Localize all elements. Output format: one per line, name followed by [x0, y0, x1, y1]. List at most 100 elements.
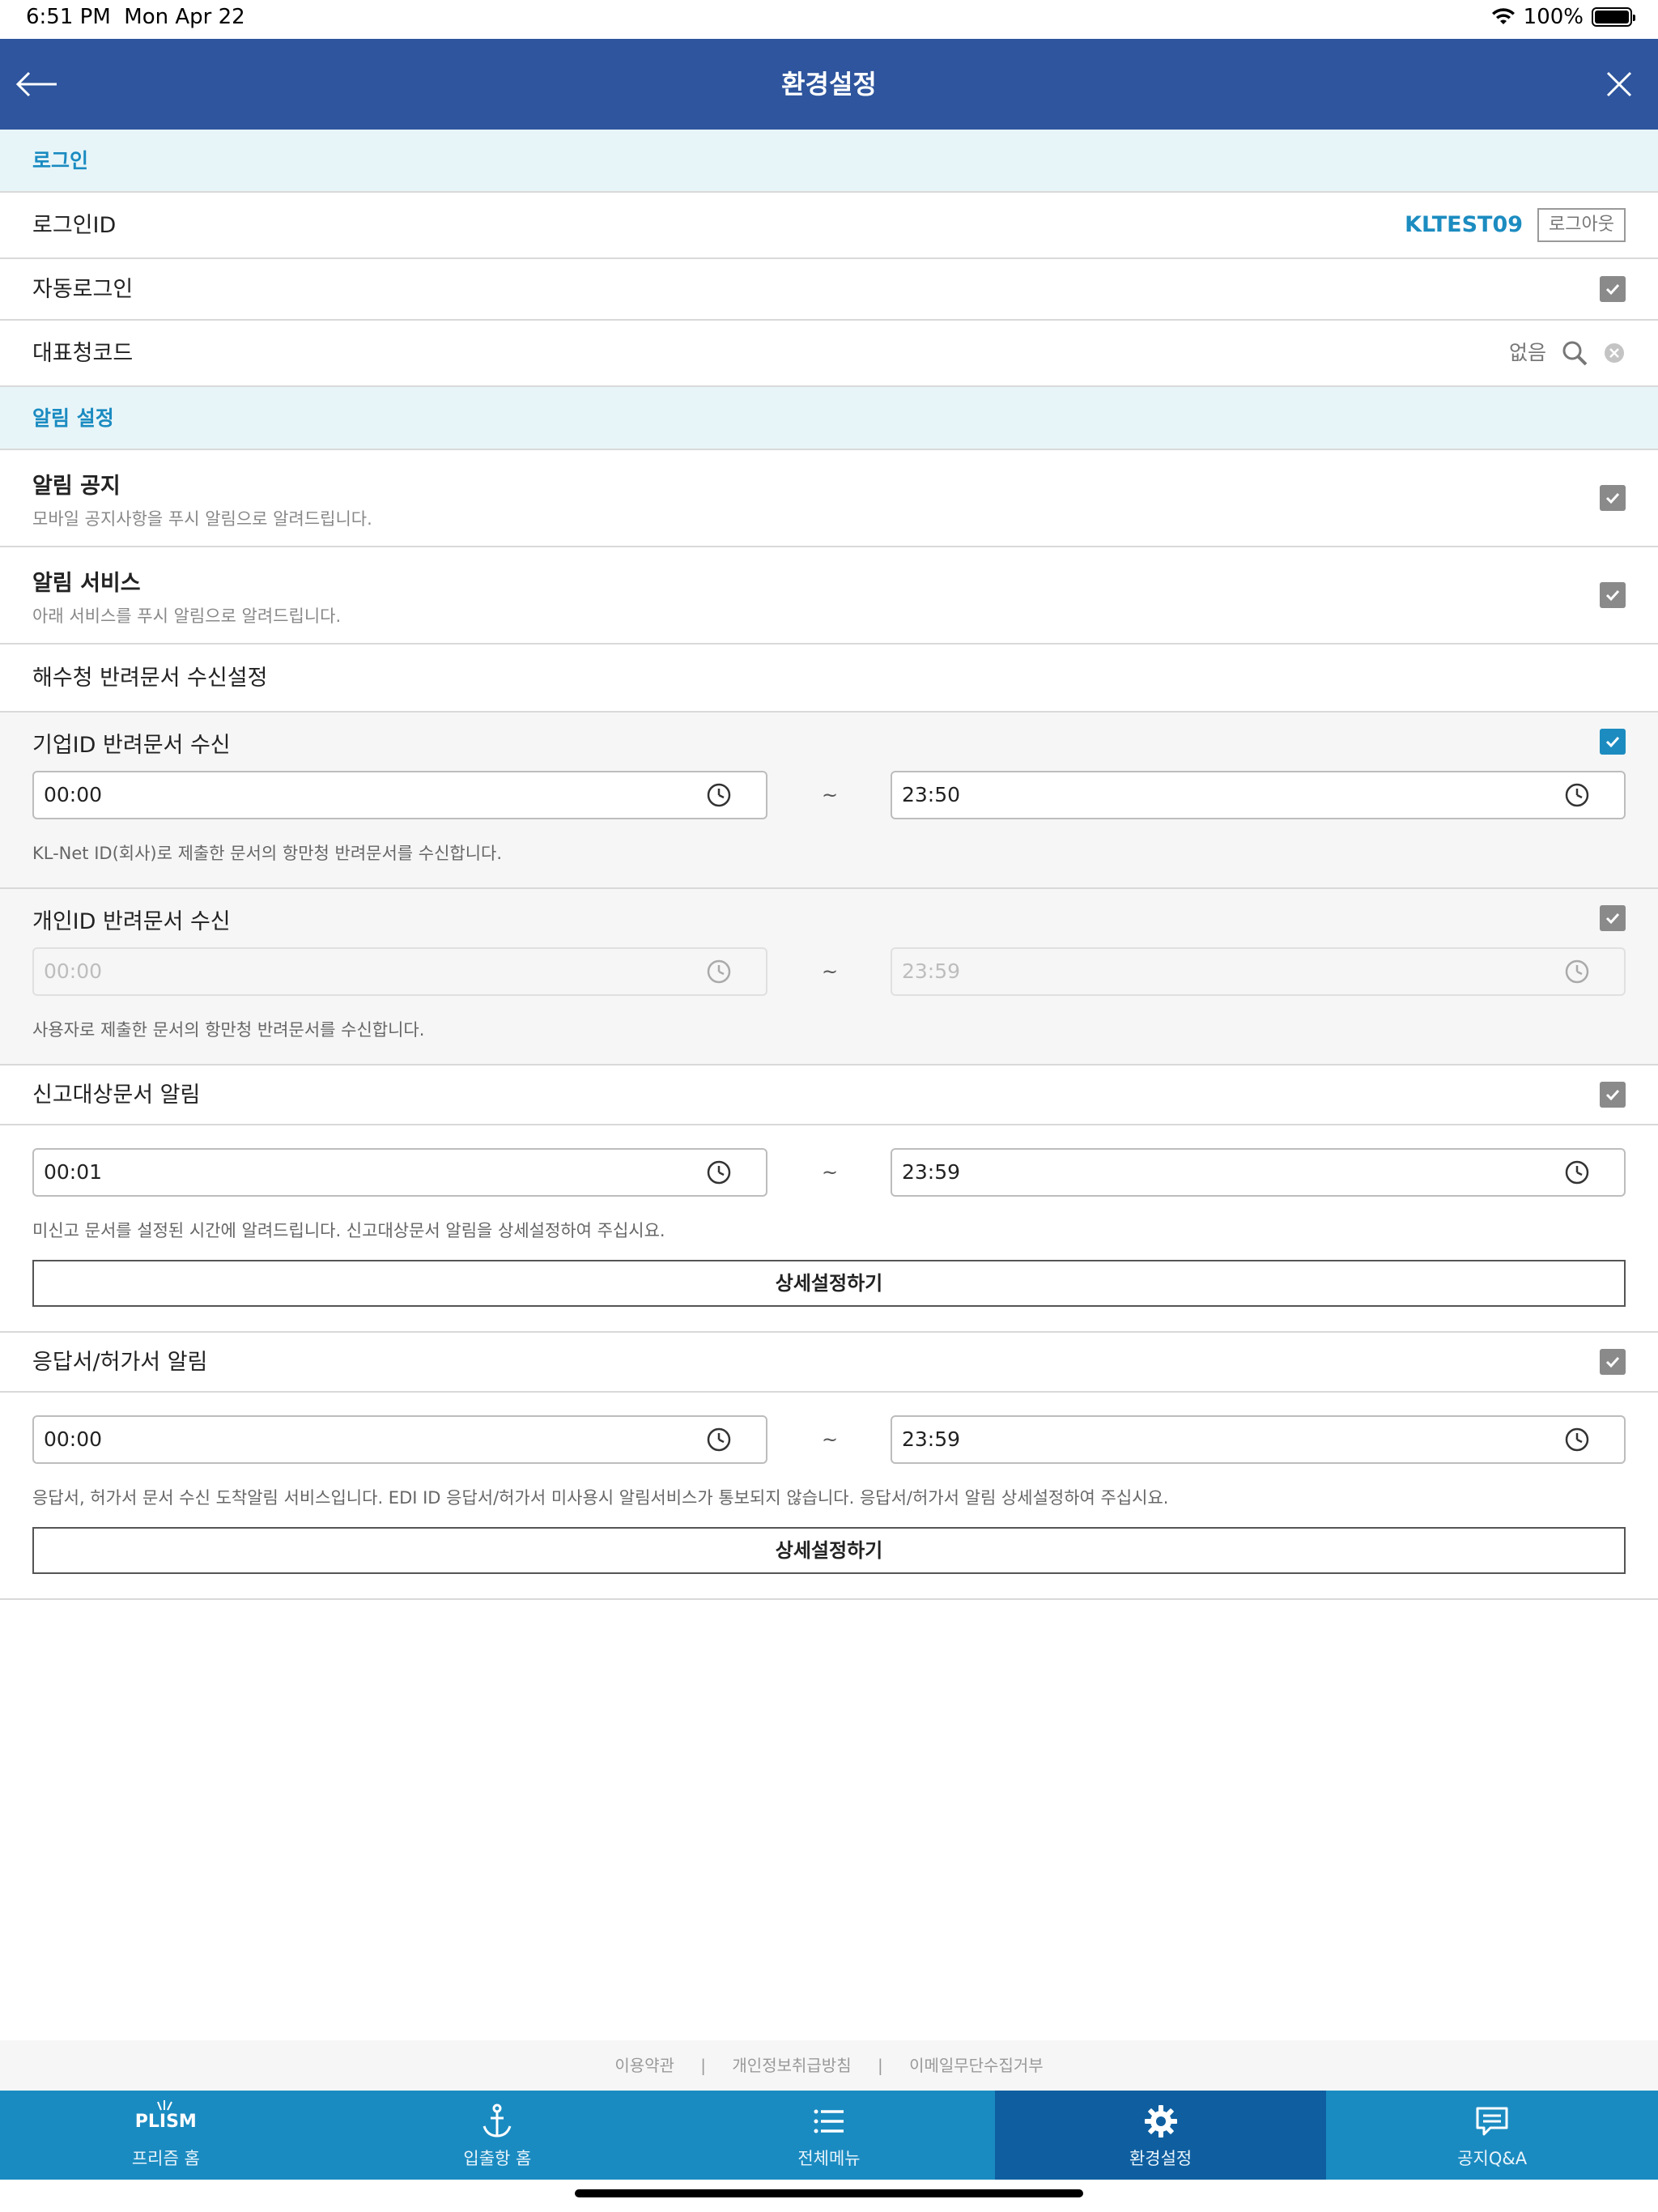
check-icon — [1605, 492, 1620, 504]
clock-icon — [707, 959, 731, 984]
app-header: 환경설정 — [0, 39, 1658, 130]
clock-icon — [707, 783, 731, 807]
menu-icon — [814, 2109, 844, 2133]
response-detail-button[interactable]: 상세설정하기 — [32, 1527, 1626, 1574]
notice-checkbox[interactable] — [1600, 485, 1626, 511]
check-icon — [1605, 283, 1620, 296]
report-target-start-value: 00:01 — [44, 1160, 103, 1184]
personal-return-end-value: 23:59 — [902, 959, 961, 983]
tab-label: 전체메뉴 — [797, 2149, 861, 2168]
tab-all-menu[interactable]: 전체메뉴 — [663, 2091, 995, 2180]
page-title: 환경설정 — [781, 69, 877, 100]
corp-return-checkbox[interactable] — [1600, 729, 1626, 755]
login-id-row: 로그인ID KLTEST09 로그아웃 — [0, 193, 1658, 259]
response-checkbox[interactable] — [1600, 1349, 1626, 1375]
report-target-end-value: 23:59 — [902, 1160, 961, 1184]
clock-icon — [1565, 959, 1589, 984]
notice-right — [1600, 450, 1626, 546]
rep-code-right: 없음 — [1509, 321, 1626, 385]
response-title: 응답서/허가서 알림 — [32, 1350, 208, 1375]
search-icon[interactable] — [1561, 339, 1588, 367]
service-title: 알림 서비스 — [32, 571, 141, 596]
service-checkbox[interactable] — [1600, 582, 1626, 608]
personal-return-block: 개인ID 반려문서 수신 00:00 ~ 23:59 사용자로 제출한 문서의 … — [0, 889, 1658, 1066]
report-target-title: 신고대상문서 알림 — [32, 1083, 201, 1108]
response-row: 응답서/허가서 알림 — [0, 1333, 1658, 1393]
service-row: 알림 서비스 아래 서비스를 푸시 알림으로 알려드립니다. — [0, 547, 1658, 644]
personal-return-end-field: 23:59 — [891, 947, 1626, 996]
check-icon — [1605, 1089, 1620, 1101]
status-right: 100% — [1491, 5, 1635, 29]
response-start-field[interactable]: 00:00 — [32, 1415, 767, 1464]
footer-links: 이용약관 | 개인정보취급방침 | 이메일무단수집거부 — [0, 2040, 1658, 2091]
clock-icon — [1565, 1160, 1589, 1185]
check-icon — [1605, 912, 1620, 925]
service-desc: 아래 서비스를 푸시 알림으로 알려드립니다. — [32, 606, 342, 626]
corp-return-sep: ~ — [821, 784, 839, 806]
check-icon — [1605, 736, 1620, 748]
auto-login-checkbox[interactable] — [1600, 276, 1626, 302]
report-target-detail-button[interactable]: 상세설정하기 — [32, 1260, 1626, 1307]
report-target-row: 신고대상문서 알림 — [0, 1066, 1658, 1125]
corp-return-end-field[interactable]: 23:50 — [891, 771, 1626, 819]
gear-icon — [1144, 2105, 1177, 2138]
clock-icon — [1565, 783, 1589, 807]
corp-return-start-field[interactable]: 00:00 — [32, 771, 767, 819]
tab-label: 프리즘 홈 — [131, 2149, 200, 2168]
tab-label: 환경설정 — [1129, 2149, 1192, 2168]
tab-settings[interactable]: 환경설정 — [994, 2091, 1327, 2180]
section-alarm-header: 알림 설정 — [0, 387, 1658, 450]
home-indicator[interactable] — [575, 2189, 1083, 2197]
email-refusal-link[interactable]: 이메일무단수집거부 — [909, 2056, 1044, 2075]
report-target-checkbox[interactable] — [1600, 1082, 1626, 1108]
login-id-right: KLTEST09 로그아웃 — [1405, 193, 1626, 257]
tab-notice-qa[interactable]: 공지Q&A — [1326, 2091, 1658, 2180]
response-start-value: 00:00 — [44, 1427, 103, 1451]
login-id-label: 로그인ID — [32, 213, 117, 238]
footer-separator: | — [700, 2056, 707, 2075]
response-end-value: 23:59 — [902, 1427, 961, 1451]
report-target-sep: ~ — [821, 1161, 839, 1184]
tab-label: 입출항 홈 — [463, 2149, 532, 2168]
return-doc-row: 해수청 반려문서 수신설정 — [0, 644, 1658, 713]
personal-return-start-value: 00:00 — [44, 959, 103, 983]
clock-icon — [707, 1427, 731, 1452]
status-clock: 6:51 PM — [26, 5, 111, 29]
report-target-help: 미신고 문서를 설정된 시간에 알려드립니다. 신고대상문서 알림을 상세설정하… — [32, 1221, 665, 1240]
notice-desc: 모바일 공지사항을 푸시 알림으로 알려드립니다. — [32, 509, 372, 529]
plism-logo-text: PLISM — [134, 2112, 197, 2132]
response-detail: 00:00 ~ 23:59 응답서, 허가서 문서 수신 도착알림 서비스입니다… — [0, 1393, 1658, 1600]
response-end-field[interactable]: 23:59 — [891, 1415, 1626, 1464]
settings-content: 로그인 로그인ID KLTEST09 로그아웃 자동로그인 대표청코드 없음 알… — [0, 130, 1658, 1600]
tab-plism-home[interactable]: PLISM 프리즘 홈 — [0, 2091, 332, 2180]
status-bar: 6:51 PM Mon Apr 22 100% — [0, 0, 1658, 39]
wifi-icon — [1491, 8, 1515, 24]
personal-return-start-field: 00:00 — [32, 947, 767, 996]
clear-icon[interactable] — [1603, 342, 1626, 364]
report-target-detail: 00:01 ~ 23:59 미신고 문서를 설정된 시간에 알려드립니다. 신고… — [0, 1125, 1658, 1333]
login-id-value: KLTEST09 — [1405, 212, 1524, 237]
close-button[interactable] — [1596, 62, 1642, 107]
report-target-end-field[interactable]: 23:59 — [891, 1148, 1626, 1197]
personal-return-checkbox[interactable] — [1600, 905, 1626, 931]
privacy-link[interactable]: 개인정보취급방침 — [732, 2056, 851, 2075]
notice-title: 알림 공지 — [32, 474, 121, 499]
footer-separator: | — [877, 2056, 883, 2075]
corp-return-end-value: 23:50 — [902, 783, 961, 806]
notice-row: 알림 공지 모바일 공지사항을 푸시 알림으로 알려드립니다. — [0, 450, 1658, 547]
response-right — [1600, 1333, 1626, 1391]
terms-link[interactable]: 이용약관 — [614, 2056, 674, 2075]
section-login-header: 로그인 — [0, 130, 1658, 193]
auto-login-right — [1600, 259, 1626, 319]
close-icon — [1606, 71, 1632, 97]
report-target-start-field[interactable]: 00:01 — [32, 1148, 767, 1197]
battery-icon — [1592, 7, 1635, 27]
return-doc-title: 해수청 반려문서 수신설정 — [32, 666, 268, 691]
tab-port-home[interactable]: 입출항 홈 — [332, 2091, 664, 2180]
battery-percent: 100% — [1523, 5, 1584, 29]
anchor-icon — [483, 2104, 512, 2138]
auto-login-label: 자동로그인 — [32, 277, 134, 302]
check-icon — [1605, 589, 1620, 602]
corp-return-block: 기업ID 반려문서 수신 00:00 ~ 23:50 KL-Net ID(회사)… — [0, 713, 1658, 889]
logout-button[interactable]: 로그아웃 — [1537, 208, 1626, 242]
